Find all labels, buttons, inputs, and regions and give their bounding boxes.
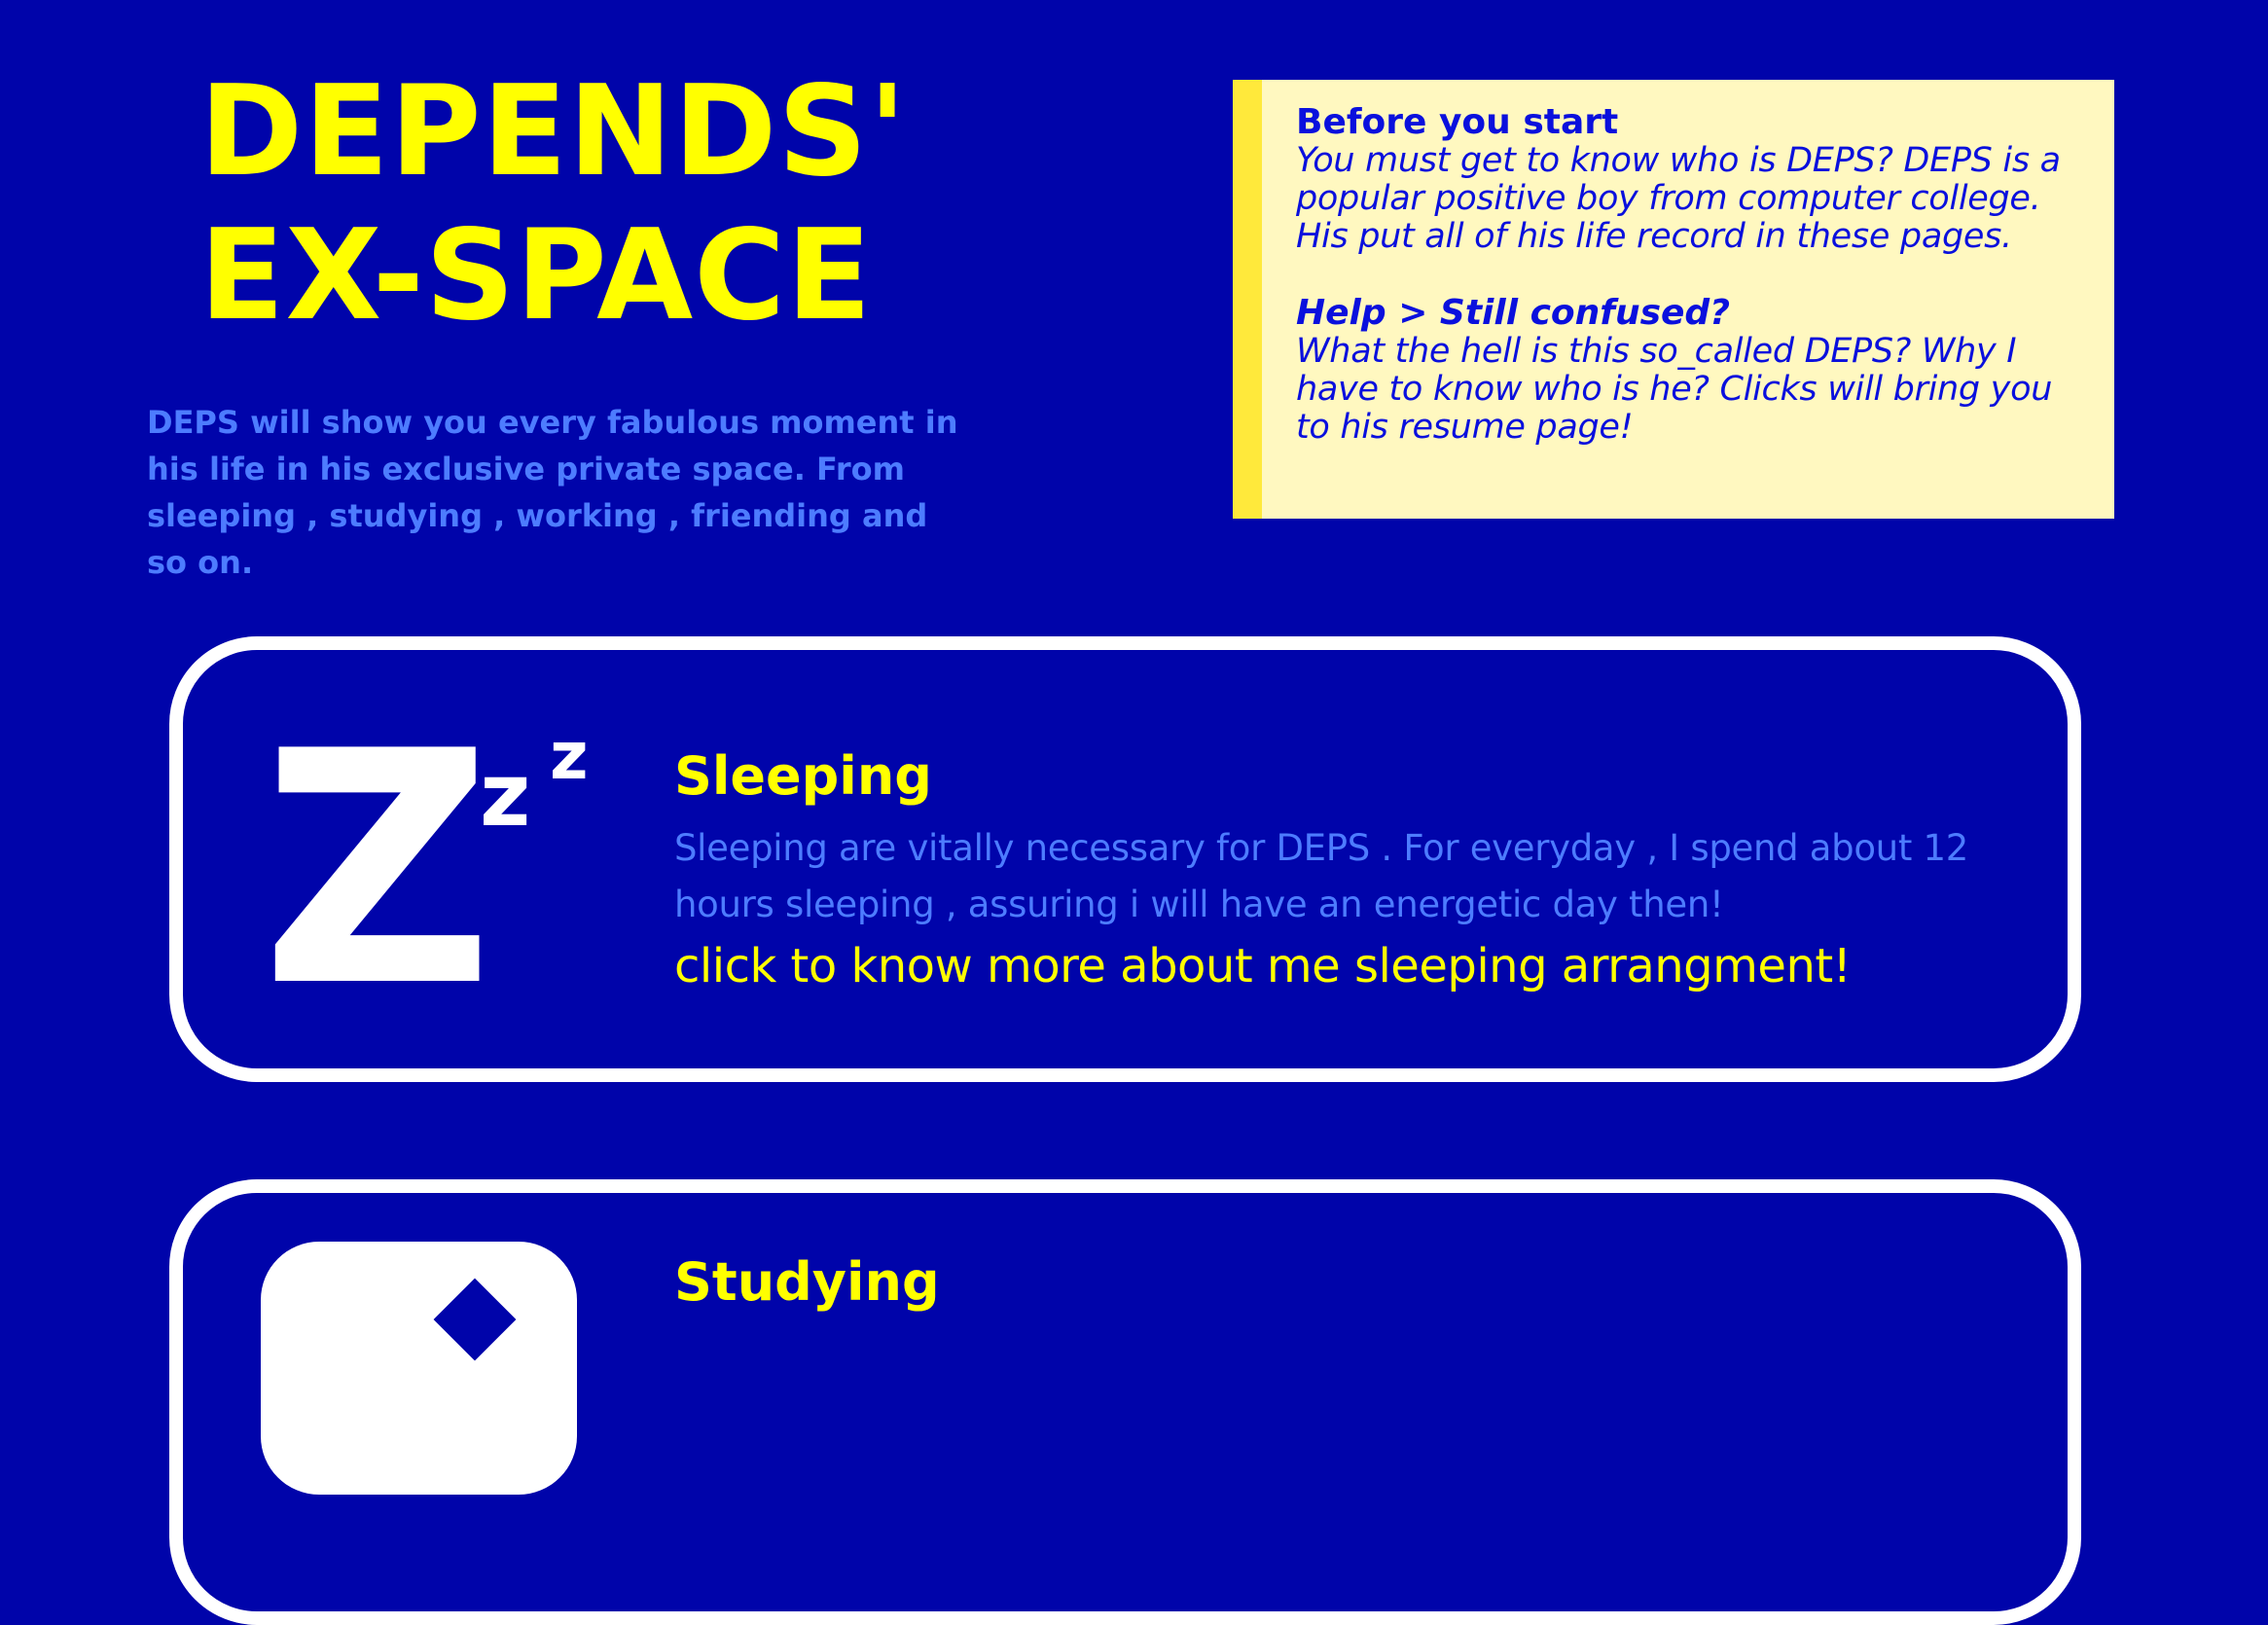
- note-heading-help: Help > Still confused?: [1296, 293, 1731, 333]
- sleeping-arrangement-link[interactable]: click to know more about me sleeping arr…: [674, 937, 1852, 995]
- page-title-line-1: DEPENDS': [199, 59, 908, 204]
- sleeping-card[interactable]: Z z z Sleeping Sleeping are vitally nece…: [169, 636, 2081, 1082]
- svg-text:Z: Z: [261, 683, 493, 1000]
- note-heading-before-you-start: Before you start: [1296, 102, 1619, 142]
- sleeping-card-title: Sleeping: [674, 745, 932, 807]
- studying-card[interactable]: Studying: [169, 1179, 2081, 1625]
- note-text-about-deps: You must get to know who is DEPS? DEPS i…: [1296, 141, 2061, 256]
- note-text-resume-hint[interactable]: What the hell is this so_called DEPS? Wh…: [1296, 333, 2085, 447]
- svg-text:z: z: [550, 718, 589, 795]
- before-you-start-note: Before you start You must get to know wh…: [1233, 80, 2114, 519]
- studying-card-title: Studying: [674, 1251, 940, 1313]
- svg-text:z: z: [480, 744, 530, 847]
- intro-text: DEPS will show you every fabulous moment…: [147, 404, 958, 581]
- page-title: DEPENDS' EX-SPACE: [199, 60, 908, 348]
- study-icon: [261, 1242, 577, 1495]
- page-title-line-2: EX-SPACE: [199, 203, 873, 348]
- sleeping-card-description: Sleeping are vitally necessary for DEPS …: [674, 827, 1968, 925]
- note-spacer: [1296, 256, 2085, 294]
- sleep-zzz-icon: Z z z: [261, 683, 589, 1000]
